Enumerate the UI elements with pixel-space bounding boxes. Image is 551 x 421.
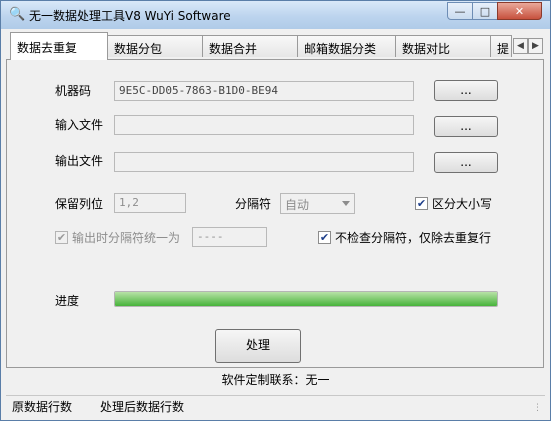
custom-contact-text: 软件定制联系：无一 [221, 373, 330, 387]
tab-split[interactable]: 数据分包 [107, 35, 203, 57]
processed-rows-label: 处理后数据行数 [100, 400, 185, 414]
close-button[interactable]: ✕ [497, 2, 542, 20]
main-window: 🔍 无一数据处理工具V8 WuYi Software — □ ✕ 数据去重复 数… [0, 0, 551, 421]
magnifier-icon: 🔍 [9, 7, 26, 22]
case-sensitive-label: 区分大小写 [432, 197, 493, 211]
machine-code-button[interactable]: ... [434, 80, 498, 101]
window-title: 无一数据处理工具V8 WuYi Software [29, 9, 231, 23]
output-file-browse-button[interactable]: ... [434, 152, 498, 173]
progress-bar [114, 291, 498, 307]
skip-separator-check-label: 不检查分隔符，仅除去重复行 [335, 231, 492, 245]
separator-label: 分隔符 [235, 197, 272, 211]
progress-fill [115, 292, 497, 306]
tab-compare[interactable]: 数据对比 [395, 35, 491, 57]
tab-strip: 数据去重复 数据分包 数据合并 邮箱数据分类 数据对比 提 ◀ ▶ [6, 29, 545, 60]
output-file-label: 输出文件 [55, 154, 104, 168]
check-icon: ✔ [56, 231, 67, 244]
input-file-field[interactable] [114, 115, 414, 135]
separator-selected-value: 自动 [285, 198, 310, 212]
skip-separator-check-checkbox[interactable]: ✔ [318, 231, 331, 244]
case-sensitive-checkbox[interactable]: ✔ [415, 197, 428, 210]
check-icon: ✔ [416, 197, 427, 210]
tab-merge[interactable]: 数据合并 [202, 35, 298, 57]
tab-email-classify[interactable]: 邮箱数据分类 [297, 35, 396, 57]
original-rows-label: 原数据行数 [12, 400, 73, 414]
progress-label: 进度 [55, 294, 80, 308]
check-icon: ✔ [319, 231, 330, 244]
output-file-field[interactable] [114, 152, 414, 172]
keep-columns-field[interactable]: 1,2 [114, 193, 186, 213]
resize-grip-icon[interactable]: ⋮ [533, 403, 543, 413]
machine-code-field[interactable]: 9E5C-DD05-7863-B1D0-BE94 [114, 81, 414, 101]
tab-scroll-right-icon[interactable]: ▶ [528, 38, 543, 54]
unify-separator-field[interactable]: ---- [192, 227, 267, 247]
client-area: 数据去重复 数据分包 数据合并 邮箱数据分类 数据对比 提 ◀ ▶ 机器码 9E… [6, 29, 545, 415]
unify-separator-label: 输出时分隔符统一为 [72, 231, 181, 245]
unify-separator-checkbox[interactable]: ✔ [55, 231, 68, 244]
process-button[interactable]: 处理 [215, 329, 301, 363]
chevron-down-icon [342, 201, 350, 206]
machine-code-label: 机器码 [55, 84, 92, 98]
status-bar: 原数据行数 处理后数据行数 ⋮ [6, 395, 545, 415]
separator-select[interactable]: 自动 [280, 193, 355, 214]
title-bar[interactable]: 🔍 无一数据处理工具V8 WuYi Software — □ ✕ [1, 1, 550, 29]
input-file-label: 输入文件 [55, 118, 104, 132]
minimize-button[interactable]: — [447, 2, 473, 20]
tab-extract[interactable]: 提 [490, 35, 512, 57]
input-file-browse-button[interactable]: ... [434, 116, 498, 137]
tab-scroll-left-icon[interactable]: ◀ [513, 38, 528, 54]
tab-panel: 机器码 9E5C-DD05-7863-B1D0-BE94 ... 输入文件 ..… [6, 59, 544, 368]
maximize-button[interactable]: □ [472, 2, 498, 20]
tab-dedupe[interactable]: 数据去重复 [10, 32, 108, 60]
keep-columns-label: 保留列位 [55, 197, 104, 211]
